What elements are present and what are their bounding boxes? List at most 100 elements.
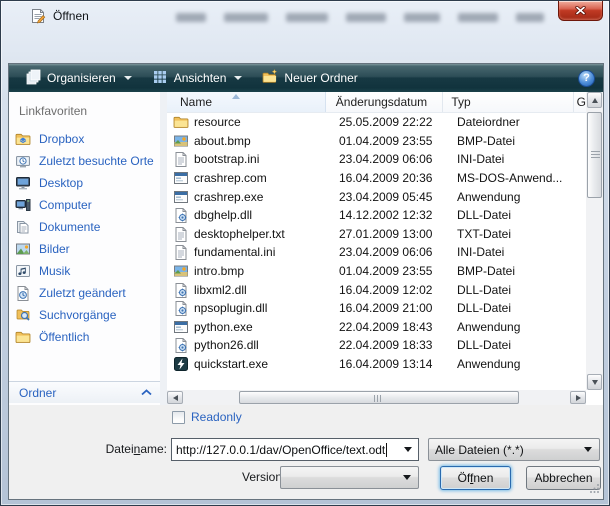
filename-input[interactable]: http://127.0.0.1/dav/OpenOffice/text.odt bbox=[171, 438, 419, 461]
scroll-down-icon bbox=[592, 380, 598, 385]
sidebar-item-dropbox[interactable]: Dropbox bbox=[9, 128, 160, 150]
file-row[interactable]: fundamental.ini23.04.2009 06:06INI-Datei bbox=[167, 243, 586, 262]
sidebar-item-bilder[interactable]: Bilder bbox=[9, 238, 160, 260]
file-name: bootstrap.ini bbox=[194, 152, 329, 166]
views-button[interactable]: Ansichten bbox=[144, 66, 251, 91]
file-row[interactable]: resource25.05.2009 22:22Dateiordner bbox=[167, 113, 586, 132]
file-type: DLL-Datei bbox=[449, 283, 582, 297]
file-list: Name Änderungsdatum Typ G resource25.05.… bbox=[167, 92, 603, 405]
file-type: DLL-Datei bbox=[449, 338, 582, 352]
folders-expander[interactable]: Ordner bbox=[9, 381, 160, 403]
vertical-scrollbar[interactable] bbox=[586, 92, 603, 390]
organize-button[interactable]: Organisieren bbox=[17, 66, 140, 91]
file-row[interactable]: npsoplugin.dll16.04.2009 21:00DLL-Datei bbox=[167, 299, 586, 318]
file-date: 16.04.2009 12:02 bbox=[329, 283, 449, 297]
column-header-date[interactable]: Änderungsdatum bbox=[326, 92, 444, 112]
readonly-checkbox[interactable] bbox=[172, 411, 185, 424]
file-type: MS-DOS-Anwend... bbox=[449, 171, 582, 185]
version-select[interactable] bbox=[280, 466, 419, 489]
sidebar-item-computer[interactable]: Computer bbox=[9, 194, 160, 216]
sidebar-item-label: Bilder bbox=[39, 242, 70, 256]
organize-dropdown-icon bbox=[124, 76, 132, 80]
new-folder-label: Neuer Ordner bbox=[284, 71, 357, 85]
file-type: DLL-Datei bbox=[449, 208, 582, 222]
file-date: 22.04.2009 18:33 bbox=[329, 338, 449, 352]
file-row[interactable]: libxml2.dll16.04.2009 12:02DLL-Datei bbox=[167, 280, 586, 299]
filename-dropdown-icon[interactable] bbox=[404, 447, 412, 452]
file-row[interactable]: intro.bmp01.04.2009 23:55BMP-Datei bbox=[167, 262, 586, 281]
file-row[interactable]: desktophelper.txt27.01.2009 13:00TXT-Dat… bbox=[167, 225, 586, 244]
filename-value: http://127.0.0.1/dav/OpenOffice/text.odt bbox=[176, 443, 385, 457]
dialog-client-area: Organisieren Ansichten Neuer Ordner ? Li… bbox=[8, 63, 604, 500]
sidebar-item-label: Zuletzt besuchte Orte bbox=[39, 154, 154, 168]
file-name: crashrep.exe bbox=[194, 190, 329, 204]
new-folder-icon bbox=[262, 69, 278, 88]
sidebar-item-desktop[interactable]: Desktop bbox=[9, 172, 160, 194]
views-label: Ansichten bbox=[174, 71, 227, 85]
file-name: crashrep.com bbox=[194, 171, 329, 185]
file-row[interactable]: about.bmp01.04.2009 23:55BMP-Datei bbox=[167, 132, 586, 151]
text-file-icon bbox=[173, 244, 189, 260]
command-toolbar: Organisieren Ansichten Neuer Ordner ? bbox=[9, 64, 603, 92]
file-row[interactable]: crashrep.exe23.04.2009 05:45Anwendung bbox=[167, 187, 586, 206]
dialog-footer: Readonly Dateiname: http://127.0.0.1/dav… bbox=[9, 405, 603, 499]
filename-label: Dateiname: bbox=[49, 442, 167, 456]
file-rows: resource25.05.2009 22:22Dateiordnerabout… bbox=[167, 113, 586, 373]
file-row[interactable]: dbghelp.dll14.12.2002 12:32DLL-Datei bbox=[167, 206, 586, 225]
scroll-left-button[interactable] bbox=[167, 391, 183, 404]
column-headers: Name Änderungsdatum Typ G bbox=[167, 92, 586, 113]
recent-places-icon bbox=[15, 153, 31, 169]
scroll-down-button[interactable] bbox=[587, 374, 602, 390]
resize-grip-icon[interactable] bbox=[589, 483, 600, 497]
dropbox-folder-icon bbox=[15, 131, 31, 147]
column-header-size[interactable]: G bbox=[574, 92, 586, 112]
file-row[interactable]: python.exe22.04.2009 18:43Anwendung bbox=[167, 318, 586, 337]
sidebar-item-zuletzt-besuchte-orte[interactable]: Zuletzt besuchte Orte bbox=[9, 150, 160, 172]
file-date: 25.05.2009 22:22 bbox=[329, 115, 449, 129]
column-header-name[interactable]: Name bbox=[167, 92, 326, 112]
sidebar-item-label: Suchvorgänge bbox=[39, 308, 116, 322]
sidebar-item-zuletzt-ge-ndert[interactable]: Zuletzt geändert bbox=[9, 282, 160, 304]
file-type: Anwendung bbox=[449, 357, 582, 371]
file-row[interactable]: quickstart.exe16.04.2009 13:14Anwendung bbox=[167, 355, 586, 374]
file-name: about.bmp bbox=[194, 134, 329, 148]
file-date: 16.04.2009 21:00 bbox=[329, 301, 449, 315]
file-row[interactable]: python26.dll22.04.2009 18:33DLL-Datei bbox=[167, 336, 586, 355]
file-name: resource bbox=[194, 115, 329, 129]
file-type: BMP-Datei bbox=[449, 264, 582, 278]
text-caret bbox=[386, 443, 387, 457]
open-button[interactable]: Öffnen bbox=[440, 466, 511, 490]
column-header-type[interactable]: Typ bbox=[443, 92, 573, 112]
sidebar-splitter[interactable] bbox=[160, 92, 167, 405]
recently-changed-icon bbox=[15, 285, 31, 301]
filetype-select[interactable]: Alle Dateien (*.*) bbox=[428, 438, 600, 461]
app-file-icon bbox=[173, 319, 189, 335]
file-name: python.exe bbox=[194, 320, 329, 334]
help-button[interactable]: ? bbox=[578, 70, 595, 87]
file-type: BMP-Datei bbox=[449, 134, 582, 148]
file-row[interactable]: crashrep.com16.04.2009 20:36MS-DOS-Anwen… bbox=[167, 169, 586, 188]
sidebar-item-label: Musik bbox=[39, 264, 70, 278]
dll-file-icon bbox=[173, 337, 189, 353]
file-row[interactable]: bootstrap.ini23.04.2009 06:06INI-Datei bbox=[167, 150, 586, 169]
text-file-icon bbox=[173, 226, 189, 242]
background-window-blur bbox=[176, 13, 544, 22]
sidebar-item--ffentlich[interactable]: Öffentlich bbox=[9, 326, 160, 348]
readonly-label: Readonly bbox=[191, 410, 242, 424]
file-name: desktophelper.txt bbox=[194, 227, 329, 241]
sidebar-list: Dropbox Zuletzt besuchte Orte DesktopCompu… bbox=[9, 118, 160, 348]
sidebar-item-dokumente[interactable]: Dokumente bbox=[9, 216, 160, 238]
public-folder-icon bbox=[15, 329, 31, 345]
new-folder-button[interactable]: Neuer Ordner bbox=[254, 66, 365, 91]
close-button[interactable] bbox=[558, 1, 603, 21]
image-file-icon bbox=[173, 263, 189, 279]
vertical-scroll-thumb[interactable] bbox=[587, 112, 602, 198]
views-dropdown-icon bbox=[234, 76, 242, 80]
sidebar-item-musik[interactable]: Musik bbox=[9, 260, 160, 282]
sidebar-item-suchvorg-nge[interactable]: Suchvorgänge bbox=[9, 304, 160, 326]
horizontal-scrollbar[interactable] bbox=[167, 390, 586, 405]
horizontal-scroll-thumb[interactable] bbox=[239, 391, 519, 404]
scroll-right-button[interactable] bbox=[570, 391, 586, 404]
titlebar[interactable]: Öffnen bbox=[1, 1, 610, 30]
scroll-up-button[interactable] bbox=[587, 92, 602, 108]
